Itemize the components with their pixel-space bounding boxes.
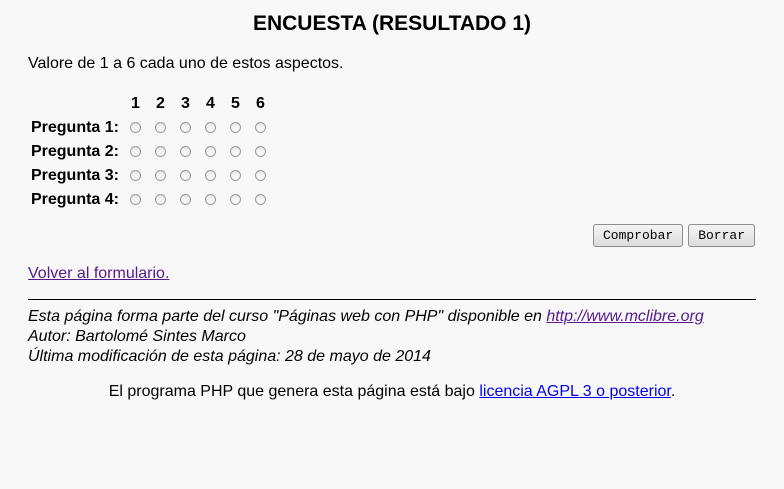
question-row: Pregunta 3: (28, 164, 273, 188)
question-label: Pregunta 4: (30, 191, 119, 208)
survey-grid: 1 2 3 4 5 6 Pregunta 1: Pregunta 2: Preg… (28, 92, 273, 212)
radio-option[interactable] (255, 122, 266, 134)
radio-option[interactable] (180, 146, 191, 158)
radio-option[interactable] (155, 194, 166, 206)
scale-header: 6 (256, 95, 265, 112)
page-title: ENCUESTA (RESULTADO 1) (252, 12, 532, 35)
radio-option[interactable] (155, 122, 166, 134)
radio-option[interactable] (205, 146, 216, 158)
radio-option[interactable] (205, 194, 216, 206)
radio-option[interactable] (155, 170, 166, 182)
license-suffix: . (670, 383, 676, 400)
radio-option[interactable] (130, 194, 141, 206)
back-to-form-link[interactable]: Volver al formulario. (28, 265, 169, 283)
question-label: Pregunta 1: (30, 119, 119, 136)
intro-text: Valore de 1 a 6 cada uno de estos aspect… (28, 55, 344, 72)
radio-option[interactable] (230, 170, 241, 182)
scale-header: 3 (181, 95, 190, 112)
radio-option[interactable] (230, 122, 241, 134)
radio-option[interactable] (180, 122, 191, 134)
radio-option[interactable] (255, 170, 266, 182)
radio-option[interactable] (155, 146, 166, 158)
question-label: Pregunta 2: (30, 143, 119, 160)
clear-button[interactable]: Borrar (688, 224, 755, 247)
license-text: El programa PHP que genera esta página e… (108, 383, 480, 400)
course-note: Esta página forma parte del curso "Págin… (28, 307, 704, 327)
author-line: Autor: Bartolomé Sintes Marco (28, 328, 246, 345)
scale-header: 4 (206, 95, 215, 112)
scale-header-row: 1 2 3 4 5 6 (28, 92, 273, 116)
radio-option[interactable] (130, 146, 141, 158)
scale-header: 1 (131, 95, 140, 112)
mclibre-link[interactable]: http://www.mclibre.org (546, 308, 703, 325)
question-row: Pregunta 4: (28, 188, 273, 212)
radio-option[interactable] (255, 194, 266, 206)
footer-info: Esta página forma parte del curso "Págin… (28, 307, 704, 367)
corner-cell (28, 92, 123, 116)
license-link[interactable]: licencia AGPL 3 o posterior (479, 383, 671, 400)
radio-option[interactable] (205, 122, 216, 134)
check-button[interactable]: Comprobar (592, 224, 684, 247)
scale-header: 2 (156, 95, 165, 112)
radio-option[interactable] (230, 194, 241, 206)
radio-option[interactable] (180, 170, 191, 182)
radio-option[interactable] (180, 194, 191, 206)
radio-option[interactable] (130, 122, 141, 134)
question-row: Pregunta 2: (28, 140, 273, 164)
radio-option[interactable] (230, 146, 241, 158)
radio-option[interactable] (255, 146, 266, 158)
form-buttons: Comprobar Borrar (588, 224, 755, 247)
footer-divider (28, 299, 756, 300)
modified-line: Última modificación de esta página: 28 d… (28, 348, 431, 365)
radio-option[interactable] (130, 170, 141, 182)
radio-option[interactable] (205, 170, 216, 182)
license-note: El programa PHP que genera esta página e… (0, 383, 784, 401)
scale-header: 5 (231, 95, 240, 112)
question-label: Pregunta 3: (30, 167, 119, 184)
question-row: Pregunta 1: (28, 116, 273, 140)
course-note-text: Esta página forma parte del curso "Págin… (28, 308, 547, 325)
